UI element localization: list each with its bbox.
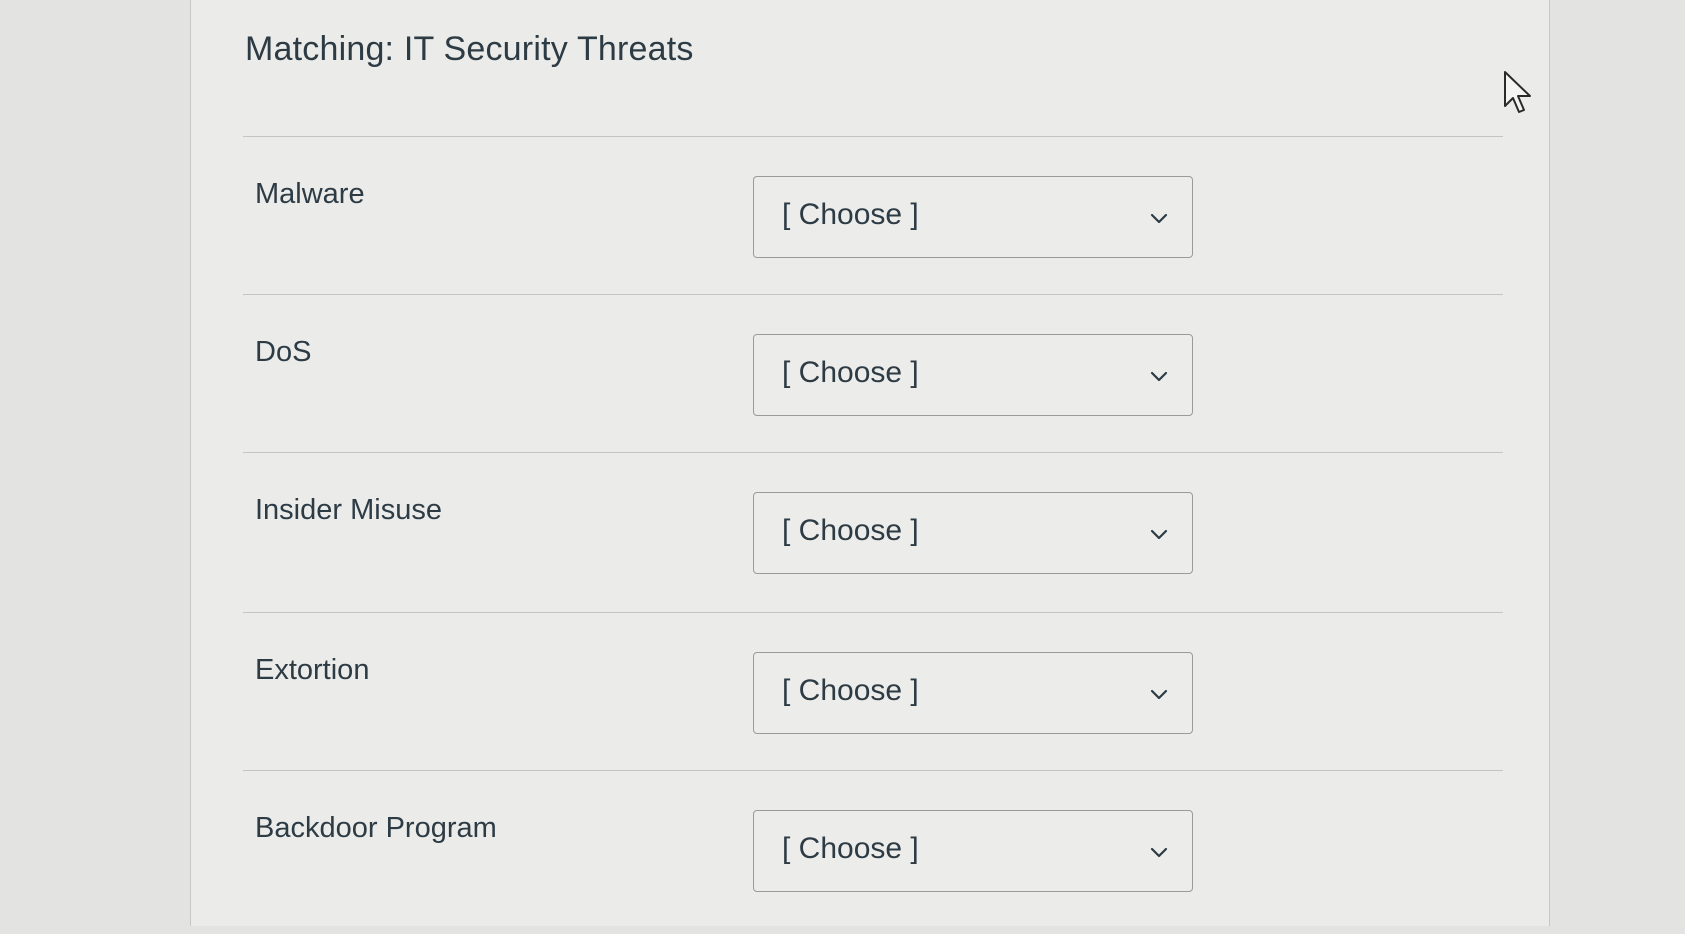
divider (243, 612, 1503, 613)
select-value: [ Choose ] (782, 356, 919, 389)
chevron-down-icon (1150, 213, 1168, 224)
match-row-extortion: Extortion [ Choose ] (243, 618, 1503, 776)
match-select-backdoor-program[interactable]: [ Choose ] (753, 810, 1193, 892)
match-row-backdoor-program: Backdoor Program [ Choose ] (243, 776, 1503, 934)
select-value: [ Choose ] (782, 674, 919, 707)
match-select-dos[interactable]: [ Choose ] (753, 334, 1193, 416)
match-label: Insider Misuse (255, 494, 442, 526)
divider (243, 452, 1503, 453)
select-value: [ Choose ] (782, 832, 919, 865)
divider (243, 136, 1503, 137)
question-title: Matching: IT Security Threats (245, 30, 694, 68)
mouse-pointer-icon (1504, 71, 1531, 113)
match-label: DoS (255, 336, 312, 368)
question-panel: Matching: IT Security Threats Malware [ … (190, 0, 1550, 926)
select-value: [ Choose ] (782, 514, 919, 547)
divider (243, 770, 1503, 771)
match-row-insider-misuse: Insider Misuse [ Choose ] (243, 458, 1503, 616)
match-label: Extortion (255, 654, 370, 686)
chevron-down-icon (1150, 847, 1168, 858)
divider (243, 294, 1503, 295)
match-row-dos: DoS [ Choose ] (243, 300, 1503, 458)
match-label: Backdoor Program (255, 812, 497, 844)
match-select-extortion[interactable]: [ Choose ] (753, 652, 1193, 734)
match-select-malware[interactable]: [ Choose ] (753, 176, 1193, 258)
match-select-insider-misuse[interactable]: [ Choose ] (753, 492, 1193, 574)
match-row-malware: Malware [ Choose ] (243, 142, 1503, 300)
select-value: [ Choose ] (782, 198, 919, 231)
chevron-down-icon (1150, 371, 1168, 382)
chevron-down-icon (1150, 529, 1168, 540)
chevron-down-icon (1150, 689, 1168, 700)
match-label: Malware (255, 178, 365, 210)
